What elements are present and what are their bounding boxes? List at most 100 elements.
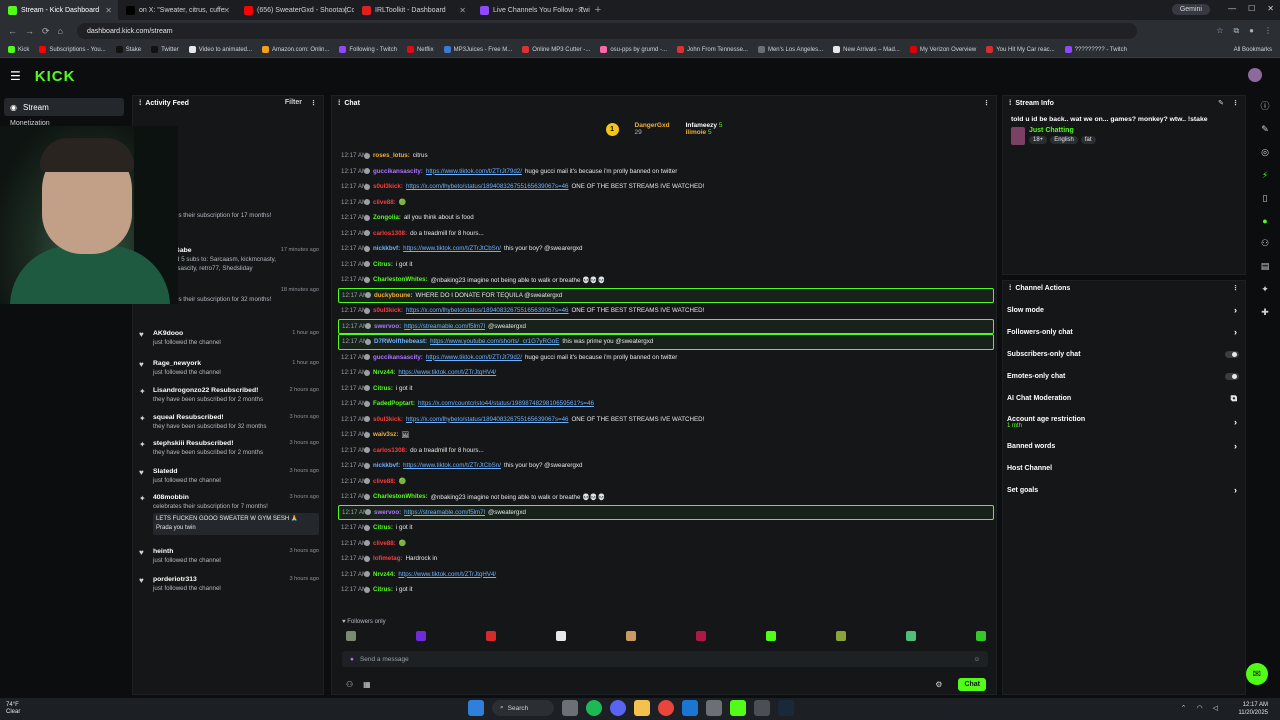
bookmark-item[interactable]: Video to animated... (188, 46, 252, 53)
emote-icon[interactable] (976, 631, 986, 641)
bookmark-item[interactable]: John From Tennesse... (677, 46, 748, 53)
message-username[interactable]: clive88: (373, 478, 396, 485)
drag-handle-icon[interactable]: ⁞ (1009, 285, 1011, 292)
message-username[interactable]: carlos1308: (373, 230, 407, 237)
bookmark-item[interactable]: Amazon.com: Onlin... (262, 46, 329, 53)
message-link[interactable]: https://x.com/countcristo44/status/19898… (418, 400, 594, 407)
puzzle-icon[interactable]: ✚ (1261, 307, 1269, 318)
app-icon[interactable] (706, 700, 722, 716)
message-username[interactable]: FadedPoptart: (373, 400, 415, 407)
chat-message[interactable]: 12:17 AM Citrus: i got it (338, 381, 994, 397)
channel-action-item[interactable]: Followers-only chat › (1003, 321, 1245, 343)
chat-message[interactable]: 12:17 AM CharlestonWhites: @nbaking23 imag… (338, 489, 994, 505)
chat-bubble-icon[interactable]: ● (1262, 216, 1267, 226)
bookmark-item[interactable]: Netflix (406, 46, 434, 53)
chevron-right-icon[interactable]: › (1234, 441, 1237, 451)
back-icon[interactable]: ← (8, 26, 17, 36)
bookmark-item[interactable]: You Hit My Car reac... (986, 46, 1055, 53)
message-username[interactable]: clive88: (373, 199, 396, 206)
chat-message[interactable]: 12:17 AM s0ul3kick: https://x.com/lhybeto/… (338, 303, 994, 319)
chat-message[interactable]: 12:17 AM swervoo: https://streamable.com/f… (338, 504, 994, 520)
layout-icon[interactable]: ▤ (1261, 261, 1270, 272)
message-username[interactable]: clive88: (373, 540, 396, 547)
message-link[interactable]: https://x.com/lhybeto/status/18940832675… (406, 416, 569, 423)
more-options-icon[interactable]: ⋮ (310, 99, 317, 107)
emote-icon[interactable] (626, 631, 636, 641)
message-link[interactable]: https://www.tiktok.com/t/ZTrJtCbSn/ (403, 462, 501, 469)
message-link[interactable]: https://streamable.com/f5lm7l (404, 509, 485, 516)
message-link[interactable]: https://www.tiktok.com/t/ZTrJt79d2/ (426, 168, 522, 175)
message-link[interactable]: https://www.youtube.com/shorts/_cr1G7yRG… (430, 338, 559, 345)
app-icon[interactable] (682, 700, 698, 716)
weather-widget[interactable]: 74°F Clear (6, 702, 20, 716)
volume-icon[interactable]: ◁ (1213, 704, 1218, 712)
message-username[interactable]: nickkbvf: (373, 462, 400, 469)
message-username[interactable]: carlos1308: (373, 447, 407, 454)
kick-logo[interactable]: KICK (35, 68, 76, 85)
leader-name[interactable]: DangerGxd (635, 122, 670, 129)
info-icon[interactable]: ⓘ (1260, 99, 1269, 112)
emote-icon[interactable] (486, 631, 496, 641)
message-username[interactable]: Nrvz44: (373, 369, 395, 376)
bookmark-item[interactable]: My Verizon Overview (909, 46, 976, 53)
sidebar-item-stream[interactable]: ◉ Stream (4, 98, 124, 116)
channel-action-item[interactable]: Emotes-only chat (1003, 365, 1245, 387)
channel-action-item[interactable]: AI Chat Moderation ⧉ (1003, 387, 1245, 409)
message-username[interactable]: Citrus: (373, 524, 393, 531)
second-name[interactable]: Infameezy (686, 122, 717, 129)
tab-close-icon[interactable]: ✕ (459, 6, 466, 15)
home-icon[interactable]: ⌂ (58, 26, 63, 36)
message-username[interactable]: CharlestonWhites: (373, 493, 428, 500)
chat-message[interactable]: 12:17 AM Nrvz44: https://www.tiktok.com/t/… (338, 567, 994, 583)
chat-settings-icon[interactable]: ⚙ (935, 680, 942, 689)
chevron-right-icon[interactable]: › (1234, 327, 1237, 337)
message-username[interactable]: duckyboune: (374, 292, 413, 299)
message-link[interactable]: https://www.tiktok.com/t/ZTrJtqHV4/ (398, 571, 496, 578)
chat-message[interactable]: 12:17 AM guccikansascity: https://www.tikt… (338, 350, 994, 366)
browser-tab[interactable]: IRLToolkit - Dashboard ✕ (354, 0, 472, 20)
channel-action-item[interactable]: Banned words › (1003, 435, 1245, 457)
tab-close-icon[interactable]: ✕ (577, 6, 584, 15)
chat-message[interactable]: 12:17 AM carlos1308: do a treadmill for 8 … (338, 226, 994, 242)
emote-icon[interactable] (346, 631, 356, 641)
channel-action-item[interactable]: Account age restriction 1 mth › (1003, 409, 1245, 435)
send-chat-button[interactable]: Chat (958, 677, 986, 691)
message-link[interactable]: https://www.tiktok.com/t/ZTrJtCbSn/ (403, 245, 501, 252)
lightning-icon[interactable]: ⚡ (1262, 170, 1268, 181)
emoji-picker-icon[interactable]: ☺ (973, 656, 980, 663)
extensions-icon[interactable]: ⧉ (1233, 26, 1239, 36)
chat-message[interactable]: 12:17 AM D7RWolfthebeast: https://www.yout… (338, 334, 994, 350)
taskview-icon[interactable] (562, 700, 578, 716)
activity-event[interactable]: ♥ AK9dooo just followed the channel 1 hour … (139, 329, 319, 347)
chat-message[interactable]: 12:17 AM carlos1308: do a treadmill for 8 … (338, 443, 994, 459)
explorer-icon[interactable] (634, 700, 650, 716)
message-username[interactable]: swervoo: (374, 323, 401, 330)
stream-tag[interactable]: fat (1080, 136, 1096, 144)
chat-message[interactable]: 12:17 AM nickkbvf: https://www.tiktok.com/… (338, 241, 994, 257)
bookmark-item[interactable]: osu-pps by grumd -... (600, 46, 667, 53)
chevron-right-icon[interactable]: › (1234, 485, 1237, 495)
external-link-icon[interactable]: ⧉ (1231, 393, 1237, 404)
chat-message[interactable]: 12:17 AM FadedPoptart: https://x.com/count… (338, 396, 994, 412)
message-username[interactable]: D7RWolfthebeast: (374, 338, 427, 345)
chat-message[interactable]: 12:17 AM CharlestonWhites: @nbaking23 imag… (338, 272, 994, 288)
steam-icon[interactable] (778, 700, 794, 716)
mobile-icon[interactable]: ▯ (1263, 193, 1268, 204)
user-avatar[interactable] (1248, 68, 1262, 82)
chat-message[interactable]: 12:17 AM waiv3sz: 🖼 (338, 427, 994, 443)
chat-message[interactable]: 12:17 AM nickkbvf: https://www.tiktok.com/… (338, 458, 994, 474)
help-bubble-button[interactable]: ✉ (1246, 663, 1268, 685)
new-tab-button[interactable]: + (590, 4, 606, 16)
camera-icon[interactable]: ◎ (1261, 147, 1269, 158)
chat-message[interactable]: 12:17 AM duckyboune: WHERE DO I DONATE FOR… (338, 287, 994, 303)
chat-message[interactable]: 12:17 AM clive88: 🟢 (338, 474, 994, 490)
tab-close-icon[interactable]: ✕ (223, 6, 230, 15)
tab-close-icon[interactable]: ✕ (105, 6, 112, 15)
webcam-overlay[interactable] (0, 126, 178, 304)
app-icon[interactable] (754, 700, 770, 716)
chat-message[interactable]: 12:17 AM swervoo: https://streamable.com/f… (338, 318, 994, 334)
message-username[interactable]: Nrvz44: (373, 571, 395, 578)
filter-button[interactable]: Filter (285, 99, 302, 107)
reload-icon[interactable]: ⟳ (42, 26, 50, 37)
activity-event[interactable]: ♥ Rage_newyork just followed the channel 1 … (139, 359, 319, 377)
